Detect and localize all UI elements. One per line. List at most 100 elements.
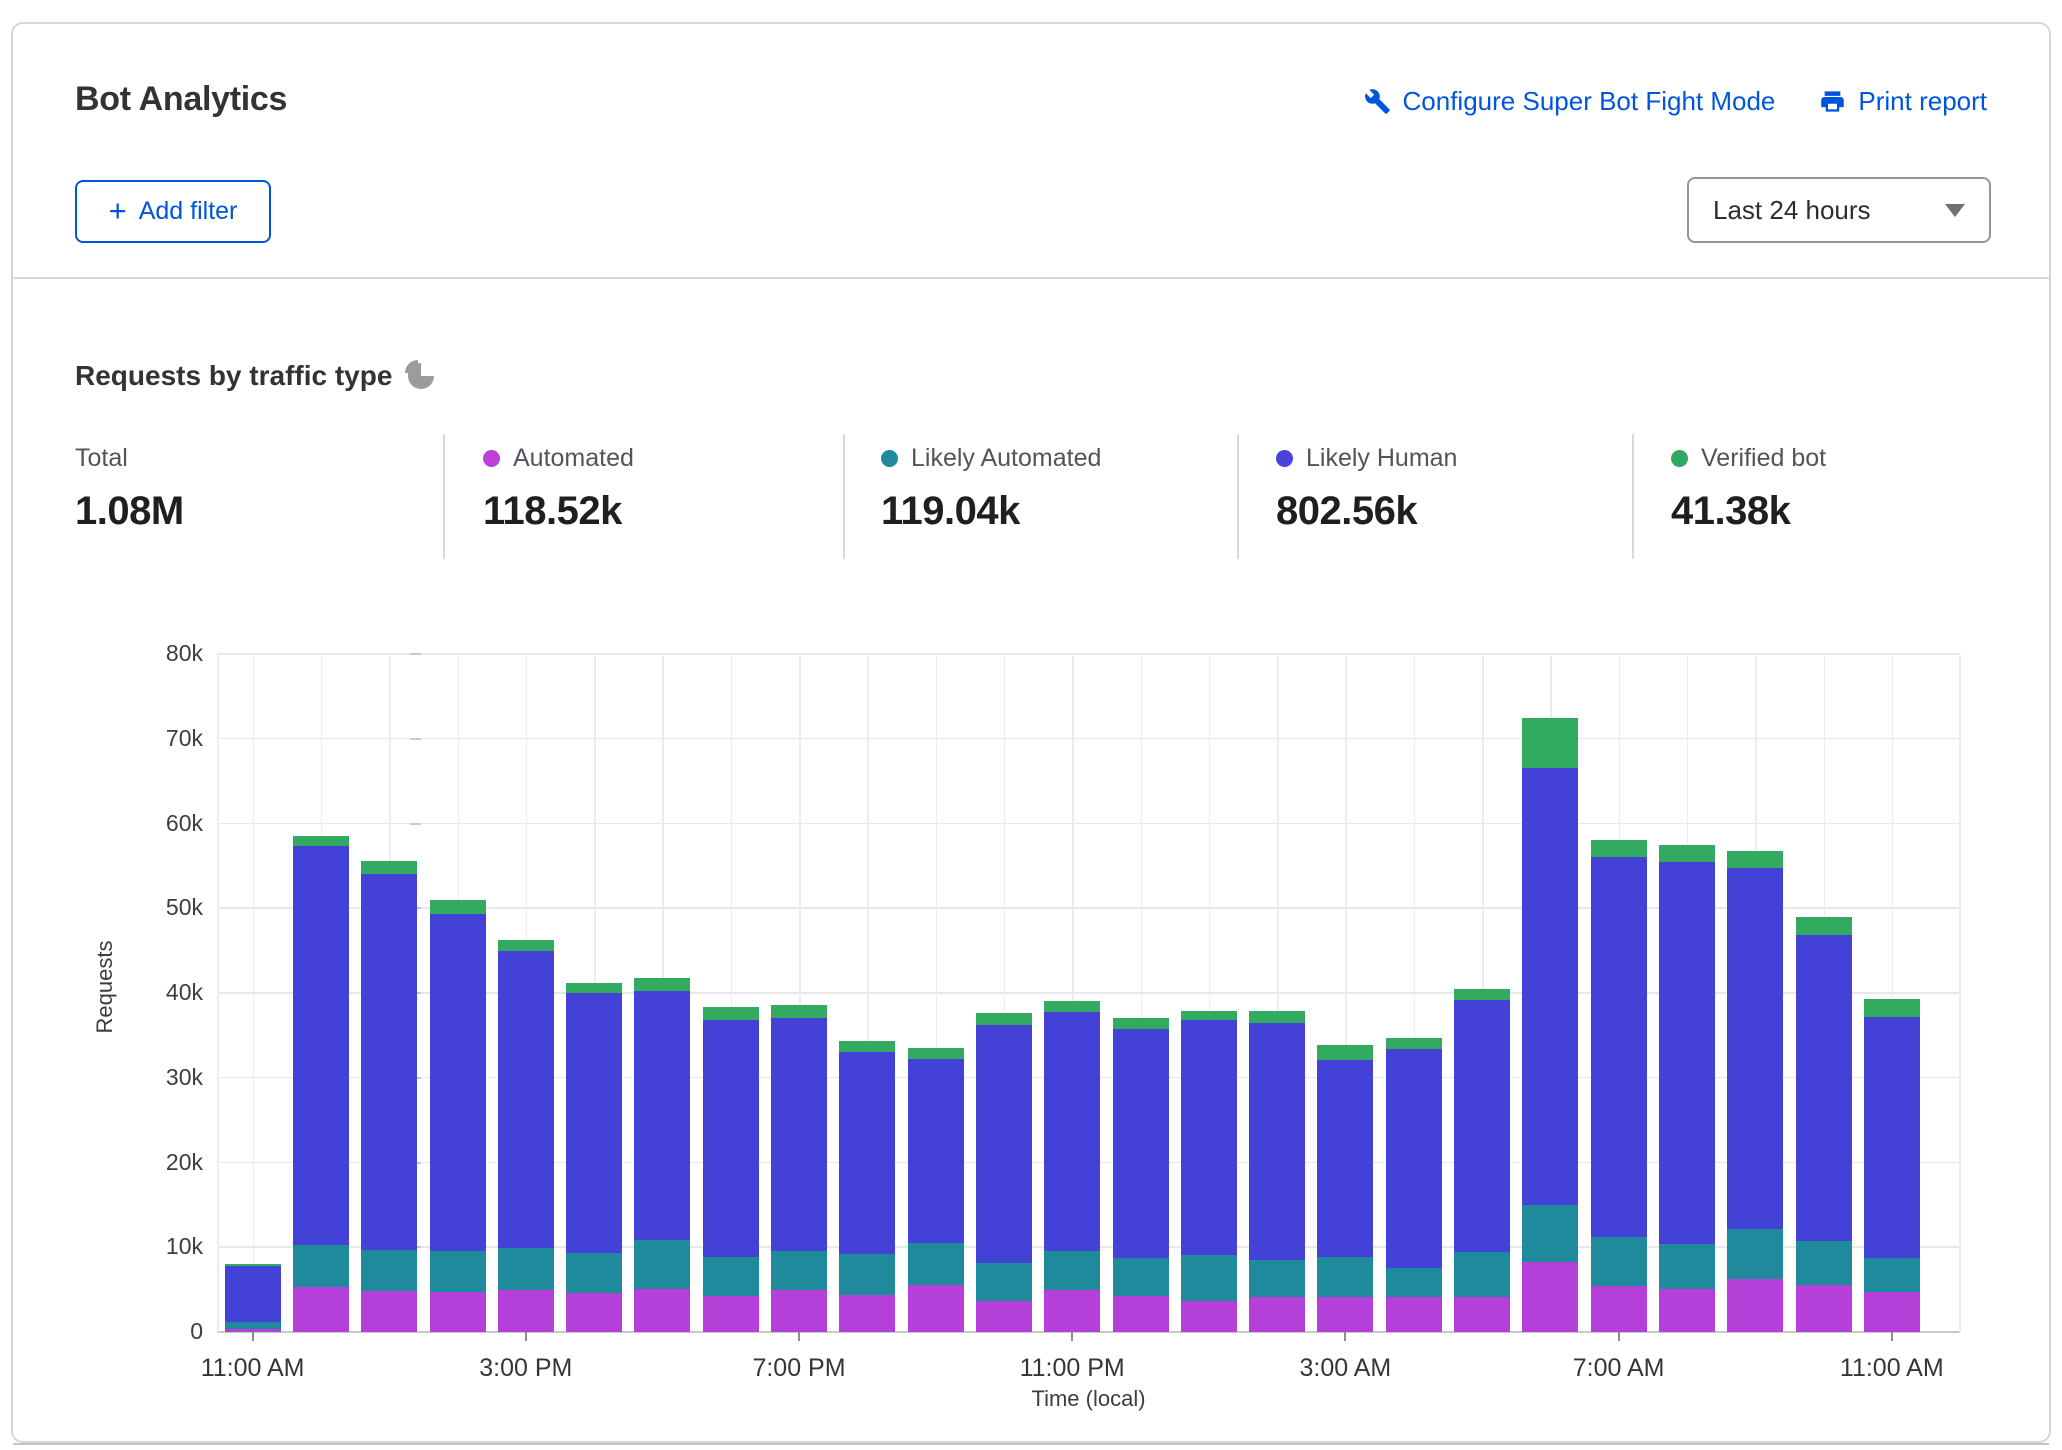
chart-bar-segment[interactable] [1044,1290,1100,1332]
chart-bar-segment[interactable] [771,1251,827,1290]
chart-bar-segment[interactable] [1454,1252,1510,1297]
chart-bar-segment[interactable] [1317,1045,1373,1060]
chart-bar-segment[interactable] [361,874,417,1249]
chart-bar-segment[interactable] [361,1250,417,1292]
chart-bar-segment[interactable] [1522,1262,1578,1332]
chart-bar-segment[interactable] [1386,1268,1442,1298]
chart-bar-segment[interactable] [430,1251,486,1292]
chart-bar-segment[interactable] [703,1020,759,1256]
y-tick-mark [410,738,421,740]
chart-bar-segment[interactable] [1317,1297,1373,1332]
chart-bar-segment[interactable] [293,836,349,846]
chart-bar-segment[interactable] [1181,1255,1237,1301]
chart-bar-segment[interactable] [703,1296,759,1332]
chart-bar-segment[interactable] [1727,1229,1783,1279]
chart-bar-segment[interactable] [1113,1018,1169,1029]
chart-bar-segment[interactable] [1796,1285,1852,1332]
chart-bar-segment[interactable] [566,1293,622,1332]
chart-bar-segment[interactable] [293,1287,349,1332]
chart-bar-segment[interactable] [1454,1000,1510,1253]
chart-bar-segment[interactable] [634,991,690,1240]
chart-bar-segment[interactable] [1454,1297,1510,1332]
chart-bar-segment[interactable] [1591,840,1647,856]
chart-bar-segment[interactable] [634,1289,690,1332]
chart-bar-segment[interactable] [1727,1279,1783,1332]
chart-bar-segment[interactable] [1591,857,1647,1238]
chart-bar-segment[interactable] [1317,1257,1373,1298]
chart-bar-segment[interactable] [1796,935,1852,1241]
chart-bar-segment[interactable] [1864,999,1920,1017]
chart-bar-segment[interactable] [430,900,486,914]
chart-bar-segment[interactable] [1249,1011,1305,1023]
chart-bar-segment[interactable] [1864,1292,1920,1332]
chart-bar-segment[interactable] [1181,1020,1237,1255]
chart-bar-segment[interactable] [293,846,349,1244]
chart-bar-segment[interactable] [908,1059,964,1243]
chart-bar-segment[interactable] [1386,1038,1442,1049]
chart-bar-segment[interactable] [908,1243,964,1285]
chart-bar-segment[interactable] [1659,862,1715,1244]
chart-bar-segment[interactable] [634,978,690,992]
chart-bar-segment[interactable] [1796,917,1852,936]
chart-bar-segment[interactable] [1522,768,1578,1204]
chart-bar-segment[interactable] [361,1291,417,1332]
chart-bar-segment[interactable] [1113,1029,1169,1258]
chart-bar-segment[interactable] [498,1290,554,1332]
chart-bar-segment[interactable] [225,1322,281,1329]
chart-bar-segment[interactable] [1659,845,1715,862]
chart-bar-segment[interactable] [498,940,554,952]
chart-bar-segment[interactable] [1044,1001,1100,1011]
chart-bar-segment[interactable] [771,1290,827,1332]
chart-bar-segment[interactable] [225,1264,281,1266]
chart-bar-segment[interactable] [839,1041,895,1052]
chart-bar-segment[interactable] [771,1005,827,1019]
chart-bar-segment[interactable] [908,1285,964,1332]
chart-bar-segment[interactable] [1044,1012,1100,1251]
chart-bar-segment[interactable] [1659,1289,1715,1332]
chart-bar-segment[interactable] [1864,1017,1920,1259]
chart-bar-segment[interactable] [498,951,554,1248]
chart-bar-segment[interactable] [430,914,486,1251]
chart-bar-segment[interactable] [1113,1258,1169,1295]
chart-bar-segment[interactable] [1522,1205,1578,1262]
chart-bar-segment[interactable] [1113,1296,1169,1332]
chart-bar-segment[interactable] [1386,1297,1442,1332]
chart-bar-segment[interactable] [566,1253,622,1293]
chart-bar-segment[interactable] [976,1301,1032,1332]
chart-bar-segment[interactable] [976,1263,1032,1300]
chart-bar-segment[interactable] [703,1257,759,1296]
chart-bar-segment[interactable] [839,1254,895,1295]
chart-bar-segment[interactable] [839,1052,895,1254]
chart-bar-segment[interactable] [1181,1301,1237,1332]
chart-bar-segment[interactable] [1659,1244,1715,1289]
chart-bar-segment[interactable] [361,861,417,875]
chart-bar-segment[interactable] [1386,1049,1442,1268]
chart-bar-segment[interactable] [839,1295,895,1332]
chart-bar-segment[interactable] [703,1007,759,1021]
chart-bar-segment[interactable] [976,1013,1032,1025]
chart-bar-segment[interactable] [1249,1297,1305,1332]
chart-bar-segment[interactable] [566,993,622,1253]
chart-bar-segment[interactable] [430,1292,486,1332]
chart-bar-segment[interactable] [634,1240,690,1288]
chart-bar-segment[interactable] [771,1018,827,1251]
chart-bar-segment[interactable] [1727,868,1783,1229]
chart-bar-segment[interactable] [1249,1260,1305,1297]
chart-bar-segment[interactable] [566,983,622,993]
chart-bar-segment[interactable] [1044,1251,1100,1290]
chart-bar-segment[interactable] [1796,1241,1852,1284]
chart-bar-segment[interactable] [1522,718,1578,769]
chart-bar-segment[interactable] [1727,851,1783,868]
chart-bar-segment[interactable] [908,1048,964,1059]
chart-bar-segment[interactable] [1454,989,1510,1000]
chart-bar-segment[interactable] [225,1266,281,1322]
chart-bar-segment[interactable] [498,1248,554,1290]
chart-bar-segment[interactable] [1181,1011,1237,1020]
chart-bar-segment[interactable] [293,1245,349,1287]
chart-bar-segment[interactable] [1249,1023,1305,1260]
chart-bar-segment[interactable] [1591,1286,1647,1332]
chart-bar-segment[interactable] [1317,1060,1373,1257]
chart-bar-segment[interactable] [976,1025,1032,1263]
chart-bar-segment[interactable] [1864,1258,1920,1292]
chart-bar-segment[interactable] [1591,1237,1647,1286]
